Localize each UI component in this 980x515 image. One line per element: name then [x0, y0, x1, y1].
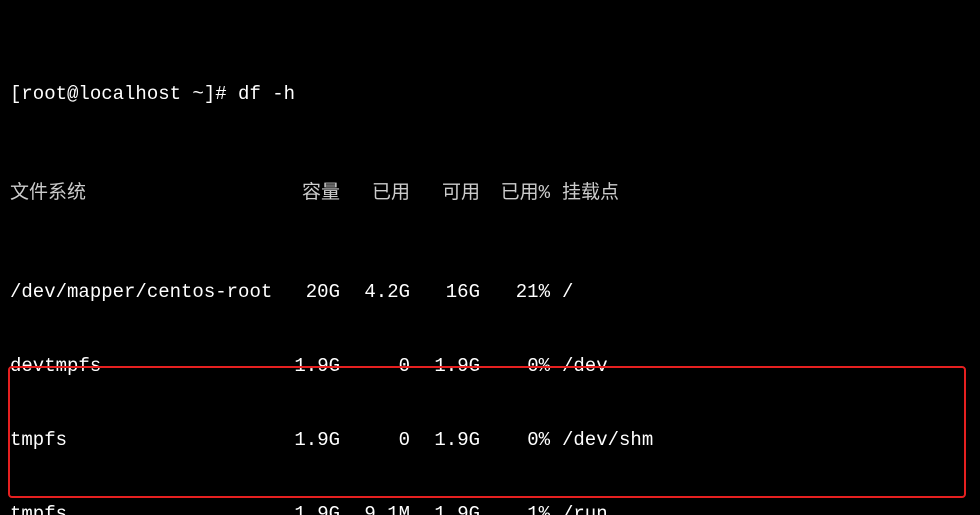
- hdr-size: 容量: [270, 181, 340, 206]
- prompt-text: [root@localhost ~]# df -h: [10, 83, 295, 105]
- hdr-fs: 文件系统: [10, 181, 270, 206]
- hdr-mnt: 挂载点: [550, 181, 619, 206]
- table-row: devtmpfs1.9G01.9G0%/dev: [10, 354, 970, 379]
- df-header-row: 文件系统容量已用可用已用%挂载点: [10, 181, 970, 206]
- table-row: tmpfs1.9G01.9G0%/dev/shm: [10, 428, 970, 453]
- hdr-avail: 可用: [410, 181, 480, 206]
- command-prompt: [root@localhost ~]# df -h: [10, 82, 970, 107]
- table-row: /dev/mapper/centos-root20G4.2G16G21%/: [10, 280, 970, 305]
- table-row: tmpfs1.9G9.1M1.9G1%/run: [10, 502, 970, 515]
- hdr-used: 已用: [340, 181, 410, 206]
- hdr-pct: 已用%: [480, 181, 550, 206]
- terminal-window[interactable]: [root@localhost ~]# df -h 文件系统容量已用可用已用%挂…: [0, 0, 980, 515]
